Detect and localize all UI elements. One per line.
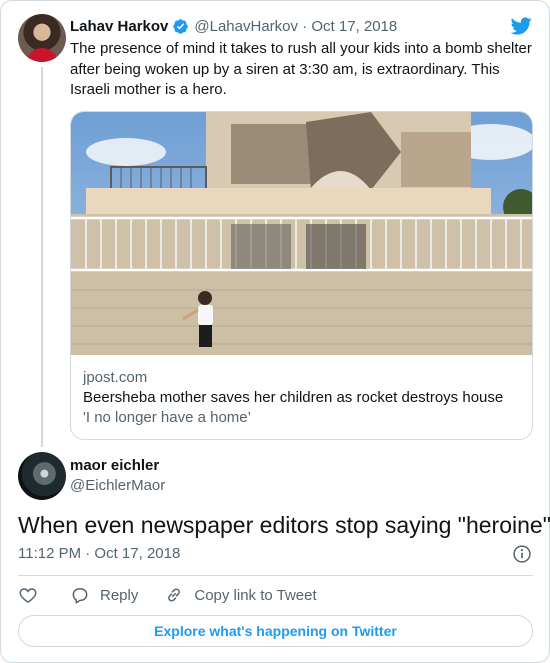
- quoted-tweet-text: The presence of mind it takes to rush al…: [70, 40, 532, 98]
- tweet-author-handle[interactable]: @EichlerMaor: [70, 476, 165, 496]
- heart-icon: [19, 588, 37, 603]
- meta-separator: ·: [298, 17, 312, 35]
- lahav-harkov-avatar[interactable]: [18, 14, 66, 62]
- reply-label: Reply: [100, 586, 139, 604]
- quoted-tweet-date[interactable]: Oct 17, 2018: [311, 18, 397, 35]
- quoted-tweet-header: Lahav Harkov @LahavHarkov · Oct 17, 2018: [70, 16, 397, 36]
- reply-button[interactable]: Reply: [70, 585, 138, 605]
- article-title: Beersheba mother saves her children as r…: [83, 389, 504, 406]
- article-description: 'I no longer have a home’: [83, 409, 251, 426]
- verified-badge-icon: [173, 18, 189, 34]
- action-divider: [18, 575, 533, 576]
- article-meta: jpost.com Beersheba mother saves her chi…: [83, 368, 520, 428]
- maor-eichler-avatar[interactable]: [18, 452, 66, 500]
- thread-connector-line: [41, 67, 43, 447]
- quoted-author-handle[interactable]: @LahavHarkov: [194, 18, 298, 35]
- link-icon: [168, 588, 181, 602]
- quoted-author-name[interactable]: Lahav Harkov: [70, 18, 168, 35]
- tweet-timestamp[interactable]: 11:12 PM · Oct 17, 2018: [18, 544, 180, 564]
- article-domain: jpost.com: [83, 369, 148, 386]
- article-thumbnail-image: [71, 112, 532, 355]
- reply-bubble-icon: [72, 588, 88, 604]
- tweet-author-name[interactable]: maor eichler: [70, 456, 159, 476]
- twitter-bird-icon[interactable]: [509, 15, 533, 37]
- explore-twitter-button[interactable]: Explore what's happening on Twitter: [18, 615, 533, 647]
- copy-link-button[interactable]: Copy link to Tweet: [164, 585, 317, 605]
- info-icon[interactable]: [512, 544, 532, 564]
- embedded-tweet-card: Lahav Harkov @LahavHarkov · Oct 17, 2018…: [0, 0, 550, 663]
- tweet-actions: Reply Copy link to Tweet: [18, 583, 317, 607]
- copy-link-label: Copy link to Tweet: [194, 586, 317, 604]
- like-button[interactable]: [18, 585, 38, 605]
- article-link-card[interactable]: jpost.com Beersheba mother saves her chi…: [70, 111, 533, 440]
- tweet-text: When even newspaper editors stop saying …: [18, 512, 550, 538]
